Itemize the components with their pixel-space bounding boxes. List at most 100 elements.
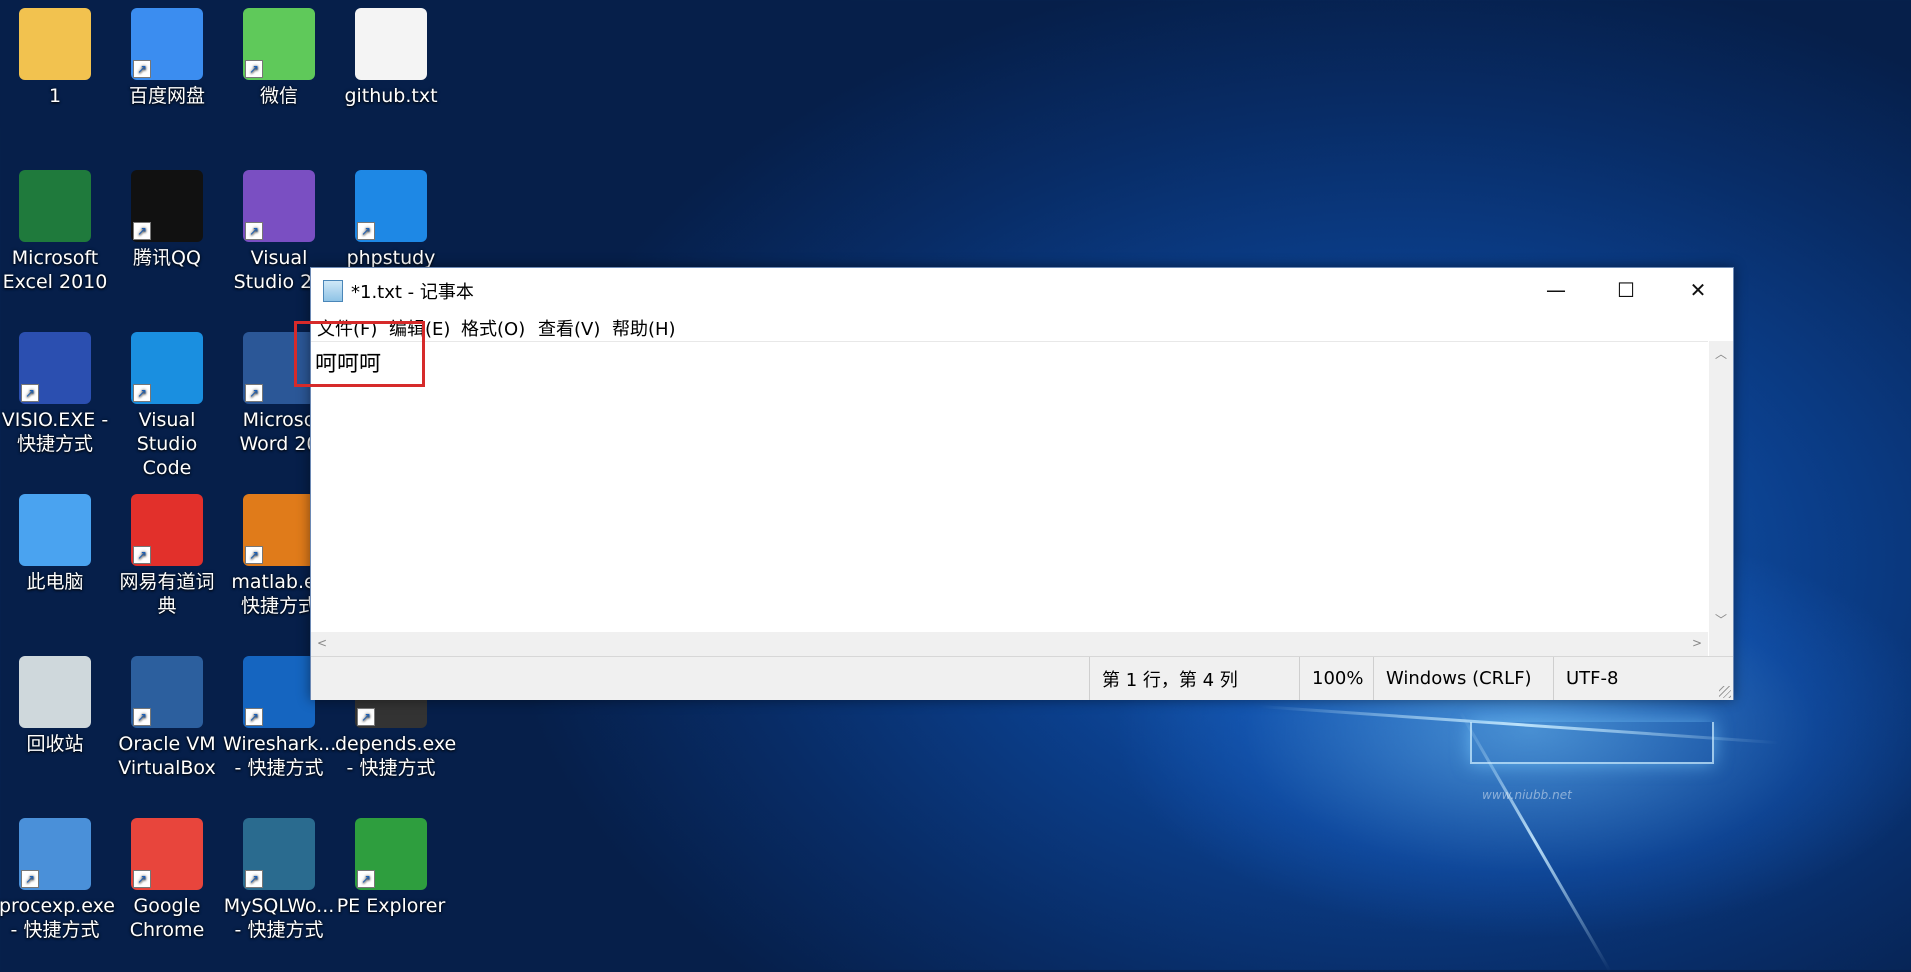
desktop-icon[interactable]: ↗ procexp.exe - 快捷方式 — [0, 818, 115, 942]
vertical-scrollbar[interactable]: ︿ ﹀ — [1709, 341, 1733, 632]
desktop-icon-label: depends.exe - 快捷方式 — [335, 733, 457, 779]
desktop-icon[interactable]: 回收站 — [0, 656, 111, 756]
shortcut-arrow-icon: ↗ — [21, 384, 39, 402]
minimize-button[interactable]: — — [1521, 268, 1591, 311]
visual-studio-icon: ↗ — [243, 170, 315, 242]
close-icon: ✕ — [1689, 277, 1707, 302]
desktop-icon[interactable]: ↗ 网易有道词典 — [111, 494, 223, 618]
excel-icon — [19, 170, 91, 242]
menu-view[interactable]: 查看(V) — [538, 315, 600, 341]
scroll-right-icon[interactable]: > — [1692, 636, 1702, 650]
shortcut-arrow-icon: ↗ — [133, 222, 151, 240]
shortcut-arrow-icon: ↗ — [357, 870, 375, 888]
shortcut-arrow-icon: ↗ — [21, 870, 39, 888]
desktop-icon[interactable]: 此电脑 — [0, 494, 111, 594]
desktop-icon[interactable]: ↗ 微信 — [223, 8, 335, 108]
desktop-icon-label: Visual Studio Code — [136, 409, 198, 479]
shortcut-arrow-icon: ↗ — [133, 708, 151, 726]
desktop-icon[interactable]: ↗ PE Explorer — [335, 818, 447, 918]
horizontal-scrollbar[interactable]: < > — [311, 632, 1708, 656]
desktop-icon-label: VISIO.EXE - 快捷方式 — [1, 409, 109, 455]
shortcut-arrow-icon: ↗ — [245, 222, 263, 240]
desktop-icon[interactable]: 1 — [0, 8, 111, 108]
desktop-icon-label: 此电脑 — [26, 571, 84, 593]
status-bar: 第 1 行，第 4 列 100% Windows (CRLF) UTF-8 — [311, 656, 1733, 700]
vscode-icon: ↗ — [131, 332, 203, 404]
status-cursor-position: 第 1 行，第 4 列 — [1089, 657, 1299, 700]
status-line-ending: Windows (CRLF) — [1373, 657, 1553, 700]
shortcut-arrow-icon: ↗ — [133, 384, 151, 402]
shortcut-arrow-icon: ↗ — [245, 384, 263, 402]
scroll-up-icon[interactable]: ︿ — [1715, 345, 1727, 362]
phpstudy-icon: ↗ — [355, 170, 427, 242]
desktop-icon-label: 腾讯QQ — [133, 247, 201, 269]
desktop-icon-label: 微信 — [259, 85, 298, 107]
desktop-icon[interactable]: ↗ 百度网盘 — [111, 8, 223, 108]
recycle-bin-icon — [19, 656, 91, 728]
shortcut-arrow-icon: ↗ — [245, 546, 263, 564]
desktop-icon[interactable]: github.txt — [335, 8, 447, 108]
qq-icon: ↗ — [131, 170, 203, 242]
desktop-icon-label: procexp.exe - 快捷方式 — [0, 895, 115, 941]
desktop-icon-label: PE Explorer — [336, 895, 446, 917]
desktop-icon-label: Google Chrome — [129, 895, 205, 941]
title-bar[interactable]: *1.txt - 记事本 — ☐ ✕ — [311, 268, 1733, 311]
pe-explorer-icon: ↗ — [355, 818, 427, 890]
scrollbar-corner — [1709, 632, 1733, 656]
text-editor-area[interactable]: 呵呵呵 — [311, 341, 1708, 633]
desktop-icon-label: Microsoft Excel 2010 — [2, 247, 108, 293]
virtualbox-icon: ↗ — [131, 656, 203, 728]
chrome-icon: ↗ — [131, 818, 203, 890]
notepad-app-icon — [323, 280, 343, 302]
shortcut-arrow-icon: ↗ — [133, 60, 151, 78]
shortcut-arrow-icon: ↗ — [245, 708, 263, 726]
menu-help[interactable]: 帮助(H) — [612, 315, 676, 341]
shortcut-arrow-icon: ↗ — [245, 60, 263, 78]
desktop-icon-label: Wireshark... - 快捷方式 — [223, 733, 337, 779]
mysql-workbench-icon: ↗ — [243, 818, 315, 890]
this-pc-icon — [19, 494, 91, 566]
youdao-icon: ↗ — [131, 494, 203, 566]
window-title: *1.txt - 记事本 — [351, 282, 474, 303]
procexp-icon: ↗ — [19, 818, 91, 890]
baidu-netdisk-icon: ↗ — [131, 8, 203, 80]
wechat-icon: ↗ — [243, 8, 315, 80]
desktop-icon[interactable]: ↗ MySQLWo... - 快捷方式 — [223, 818, 335, 942]
scroll-down-icon[interactable]: ﹀ — [1715, 611, 1727, 628]
minimize-icon: — — [1546, 277, 1566, 302]
status-zoom: 100% — [1299, 657, 1373, 700]
shortcut-arrow-icon: ↗ — [245, 870, 263, 888]
menu-bar: 文件(F) 编辑(E) 格式(O) 查看(V) 帮助(H) — [311, 311, 1733, 341]
maximize-button[interactable]: ☐ — [1591, 268, 1661, 311]
shortcut-arrow-icon: ↗ — [357, 708, 375, 726]
close-button[interactable]: ✕ — [1663, 268, 1733, 311]
desktop-icon[interactable]: ↗ Visual Studio Code — [111, 332, 223, 480]
matlab-icon: ↗ — [243, 494, 315, 566]
desktop-icon-label: 1 — [48, 85, 62, 107]
shortcut-arrow-icon: ↗ — [357, 222, 375, 240]
watermark-text: www.niubb.net — [1482, 788, 1572, 802]
text-file-icon — [355, 8, 427, 80]
folder-icon — [19, 8, 91, 80]
desktop-icon-label: github.txt — [344, 85, 438, 107]
highlight-box — [294, 321, 425, 387]
desktop-icon[interactable]: ↗ Oracle VM VirtualBox — [111, 656, 223, 780]
scroll-left-icon[interactable]: < — [317, 636, 327, 650]
shortcut-arrow-icon: ↗ — [133, 546, 151, 564]
shortcut-arrow-icon: ↗ — [133, 870, 151, 888]
desktop-icon[interactable]: ↗ VISIO.EXE - 快捷方式 — [0, 332, 111, 456]
maximize-icon: ☐ — [1617, 277, 1635, 302]
desktop-icon-label: MySQLWo... - 快捷方式 — [223, 895, 335, 941]
desktop-icon[interactable]: ↗ Google Chrome — [111, 818, 223, 942]
desktop-icon[interactable]: Microsoft Excel 2010 — [0, 170, 111, 294]
desktop-icon-label: 百度网盘 — [128, 85, 205, 107]
desktop-icon-label: 回收站 — [26, 733, 84, 755]
desktop-icon[interactable]: ↗ 腾讯QQ — [111, 170, 223, 270]
menu-format[interactable]: 格式(O) — [461, 315, 525, 341]
visio-icon: ↗ — [19, 332, 91, 404]
notepad-window[interactable]: *1.txt - 记事本 — ☐ ✕ 文件(F) 编辑(E) 格式(O) 查看(… — [310, 267, 1734, 700]
wireshark-icon: ↗ — [243, 656, 315, 728]
desktop-icon-label: Oracle VM VirtualBox — [118, 733, 216, 779]
status-encoding: UTF-8 — [1553, 657, 1731, 700]
resize-grip[interactable] — [1719, 686, 1731, 698]
